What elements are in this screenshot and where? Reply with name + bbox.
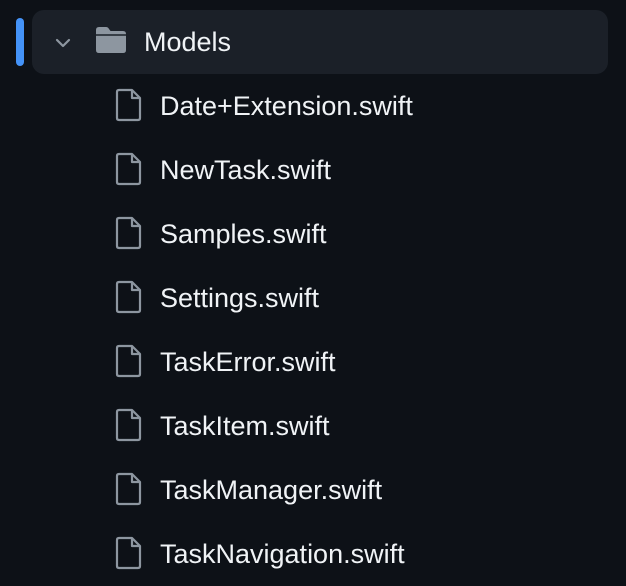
file-icon [115, 216, 143, 250]
file-list: Date+Extension.swift NewTask.swift Sampl… [0, 74, 626, 586]
chevron-down-icon[interactable] [54, 34, 72, 52]
file-item[interactable]: TaskManager.swift [0, 458, 626, 522]
file-icon [115, 344, 143, 378]
active-indicator [16, 18, 24, 66]
file-item[interactable]: TaskItem.swift [0, 394, 626, 458]
file-label: TaskNavigation.swift [160, 539, 405, 569]
file-tree: Models Date+Extension.swift NewTask.swif… [0, 0, 626, 586]
file-label: Settings.swift [160, 283, 320, 313]
file-icon [115, 88, 143, 122]
file-item[interactable]: Settings.swift [0, 266, 626, 330]
file-label: TaskManager.swift [160, 475, 383, 505]
file-item[interactable]: TaskNavigation.swift [0, 522, 626, 586]
file-icon [115, 152, 143, 186]
file-icon [115, 472, 143, 506]
file-icon [115, 408, 143, 442]
file-icon [115, 536, 143, 570]
file-icon [115, 280, 143, 314]
file-label: NewTask.swift [160, 155, 332, 185]
folder-label: Models [144, 27, 232, 57]
folder-row-models[interactable]: Models [32, 10, 608, 74]
file-item[interactable]: TaskError.swift [0, 330, 626, 394]
file-label: Date+Extension.swift [160, 91, 413, 121]
file-label: TaskError.swift [160, 347, 336, 377]
file-item[interactable]: Date+Extension.swift [0, 74, 626, 138]
file-label: TaskItem.swift [160, 411, 330, 441]
file-label: Samples.swift [160, 219, 327, 249]
file-item[interactable]: NewTask.swift [0, 138, 626, 202]
file-item[interactable]: Samples.swift [0, 202, 626, 266]
folder-icon [94, 25, 128, 55]
